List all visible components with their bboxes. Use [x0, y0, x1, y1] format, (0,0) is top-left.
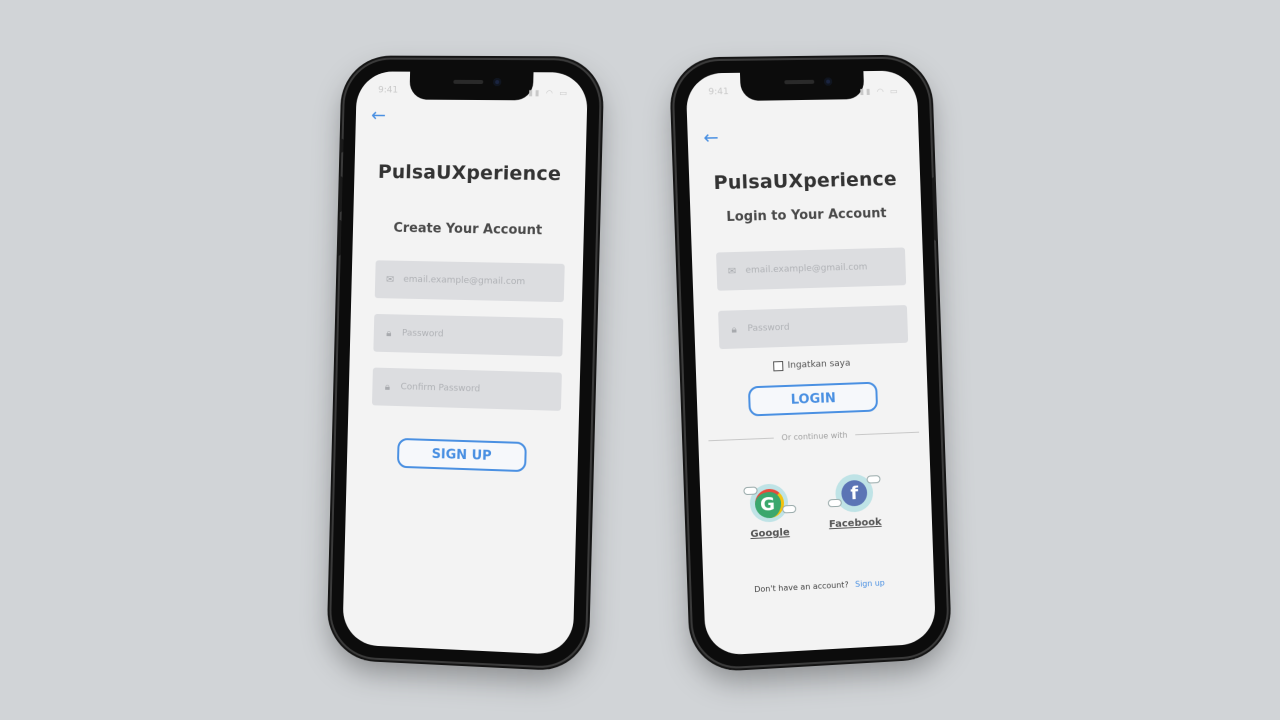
remember-checkbox[interactable]: [773, 361, 784, 372]
facebook-login-button[interactable]: f Facebook: [824, 473, 885, 530]
password-input[interactable]: [399, 327, 563, 344]
status-time: 9:41: [378, 85, 399, 96]
arrow-left-icon: ←: [703, 127, 719, 149]
password-input[interactable]: [745, 317, 908, 336]
status-icons: ▮▮ ◠ ▭: [528, 88, 570, 98]
divider-line: [855, 431, 920, 436]
camera: [824, 77, 833, 86]
email-input[interactable]: [401, 273, 565, 290]
confirm-password-input[interactable]: [398, 381, 562, 398]
google-badge: G: [743, 483, 797, 523]
google-icon: G: [753, 487, 785, 519]
back-button[interactable]: ←: [367, 105, 389, 127]
google-label: Google: [750, 527, 790, 541]
no-account-text: Don't have an account?: [754, 580, 849, 595]
page-title: Create Your Account: [393, 220, 543, 239]
cloud-icon: [743, 486, 758, 496]
facebook-icon: f: [840, 479, 868, 507]
signup-phone: 9:41 ▮▮ ◠ ▭ ← PulsaUXperience Create You…: [330, 59, 601, 668]
password-field[interactable]: 🔒︎: [373, 313, 564, 357]
login-button[interactable]: LOGIN: [747, 381, 879, 417]
speaker: [784, 79, 815, 85]
cloud-icon: [782, 504, 797, 514]
facebook-badge: f: [827, 473, 881, 513]
lock-icon: 🔒︎: [384, 381, 391, 393]
divider-text: Or continue with: [781, 430, 848, 443]
google-login-button[interactable]: G Google: [738, 483, 800, 541]
remember-label: Ingatkan saya: [787, 358, 851, 371]
notch: [739, 71, 865, 101]
volume-down-button: [336, 219, 342, 256]
password-field[interactable]: 🔒︎: [718, 305, 909, 350]
power-button: [931, 177, 938, 241]
confirm-password-field[interactable]: 🔒︎: [371, 367, 562, 411]
arrow-left-icon: ←: [370, 105, 387, 127]
camera: [493, 78, 502, 87]
email-input[interactable]: [743, 260, 906, 277]
signup-link[interactable]: Sign up: [855, 578, 885, 588]
notch: [409, 71, 534, 101]
divider-line: [708, 437, 774, 442]
lock-icon: 🔒︎: [386, 327, 392, 339]
mail-icon: ✉: [385, 273, 395, 286]
volume-up-button: [337, 176, 343, 213]
cloud-icon: [827, 498, 842, 508]
divider: Or continue with: [708, 428, 920, 446]
signup-button[interactable]: SIGN UP: [396, 437, 527, 473]
remember-me[interactable]: Ingatkan saya: [696, 356, 927, 374]
facebook-label: Facebook: [828, 516, 882, 531]
login-phone: 9:41 ▮▮ ◠ ▭ ← PulsaUXperience Login to Y…: [672, 58, 949, 669]
cloud-icon: [866, 475, 881, 484]
page-title: Login to Your Account: [726, 206, 887, 226]
status-icons: ▮▮ ◠ ▭: [859, 86, 900, 97]
speaker: [453, 79, 484, 85]
app-brand: PulsaUXperience: [713, 168, 898, 195]
app-brand: PulsaUXperience: [377, 160, 562, 186]
email-field[interactable]: ✉: [716, 247, 907, 291]
signup-prompt: Don't have an account? Sign up: [703, 576, 934, 597]
lock-icon: 🔒︎: [731, 323, 738, 336]
mute-switch: [339, 138, 344, 153]
email-field[interactable]: ✉: [374, 260, 565, 303]
mail-icon: ✉: [727, 265, 737, 277]
back-button[interactable]: ←: [700, 127, 723, 150]
status-time: 9:41: [708, 87, 729, 98]
login-screen: 9:41 ▮▮ ◠ ▭ ← PulsaUXperience Login to Y…: [685, 70, 937, 657]
signup-screen: 9:41 ▮▮ ◠ ▭ ← PulsaUXperience Create You…: [342, 71, 588, 656]
